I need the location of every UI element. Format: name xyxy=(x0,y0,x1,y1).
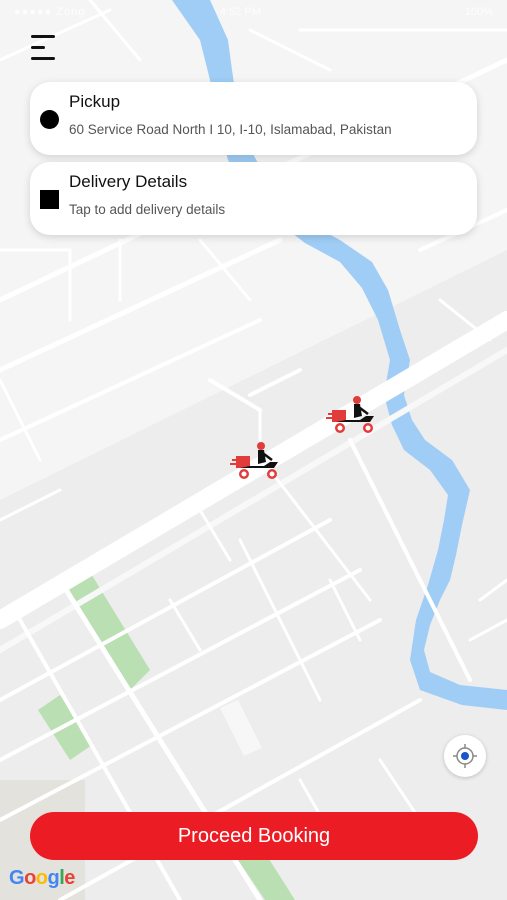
delivery-rider-icon[interactable] xyxy=(230,440,286,484)
delivery-card[interactable]: Delivery Details Tap to add delivery det… xyxy=(30,162,477,235)
delivery-hint: Tap to add delivery details xyxy=(69,202,226,217)
battery-indicator: 100% xyxy=(464,6,493,18)
google-attribution-logo: Google xyxy=(9,867,75,890)
delivery-rider-icon[interactable] xyxy=(326,394,382,438)
google-letter: G xyxy=(9,867,25,889)
pickup-address: 60 Service Road North I 10, I-10, Islama… xyxy=(69,122,392,137)
google-letter: e xyxy=(64,867,75,889)
pickup-dot-icon xyxy=(40,110,59,129)
delivery-square-icon xyxy=(40,190,59,209)
status-bar: ●●●●● Zong 4:52 PM 100% xyxy=(0,4,507,20)
google-letter: o xyxy=(24,867,36,889)
pickup-card[interactable]: Pickup 60 Service Road North I 10, I-10,… xyxy=(30,82,477,155)
status-time: 4:52 PM xyxy=(220,6,261,18)
delivery-title: Delivery Details xyxy=(69,172,188,191)
google-letter: g xyxy=(47,867,60,889)
proceed-booking-button[interactable]: Proceed Booking xyxy=(30,812,478,860)
menu-icon[interactable] xyxy=(28,32,62,64)
my-location-icon xyxy=(453,744,477,768)
signal-indicator: ●●●●● Zong xyxy=(14,6,86,18)
my-location-button[interactable] xyxy=(444,735,486,777)
menu-line xyxy=(31,57,55,60)
menu-line xyxy=(31,46,45,49)
menu-line xyxy=(31,35,55,38)
pickup-title: Pickup xyxy=(69,92,121,111)
google-letter: o xyxy=(35,867,48,889)
